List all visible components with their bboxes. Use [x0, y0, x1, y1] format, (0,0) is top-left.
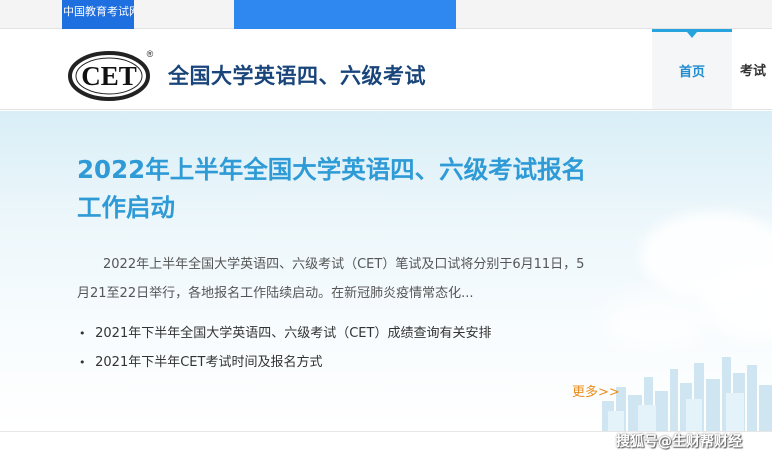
- news-item[interactable]: • 2021年下半年全国大学英语四、六级考试（CET）成绩查询有关安排: [79, 319, 491, 348]
- city-skyline-illustration: [602, 357, 772, 431]
- cloud-decoration: [600, 291, 710, 351]
- more-link[interactable]: 更多>>: [572, 381, 620, 400]
- nav-home-label: 首页: [678, 65, 705, 80]
- top-bar: 中国教育考试网: [0, 0, 772, 29]
- registered-mark: ®: [147, 49, 154, 59]
- news-list: • 2021年下半年全国大学英语四、六级考试（CET）成绩查询有关安排 • 20…: [79, 319, 491, 377]
- news-item[interactable]: • 2021年下半年CET考试时间及报名方式: [79, 348, 491, 377]
- site-link-neea[interactable]: 中国教育考试网: [62, 0, 134, 29]
- headline[interactable]: 2022年上半年全国大学英语四、六级考试报名工作启动: [77, 151, 607, 227]
- news-item-title: 2021年下半年全国大学英语四、六级考试（CET）成绩查询有关安排: [95, 326, 492, 341]
- active-caret-icon: [687, 32, 697, 38]
- nav-home[interactable]: 首页: [652, 29, 732, 109]
- logo-text: CET: [81, 61, 137, 91]
- nav-exam[interactable]: 考试: [740, 29, 772, 109]
- bullet-icon: •: [79, 327, 86, 340]
- watermark-text: 搜狐号@生财帮财经: [616, 434, 742, 450]
- site-header: CET ® 全国大学英语四、六级考试 首页 考试: [0, 29, 772, 110]
- headline-summary: 2022年上半年全国大学英语四、六级考试（CET）笔试及口试将分别于6月11日，…: [77, 257, 585, 301]
- site-title: 全国大学英语四、六级考试: [168, 64, 426, 88]
- news-item-title: 2021年下半年CET考试时间及报名方式: [95, 355, 323, 370]
- bullet-icon: •: [79, 356, 86, 369]
- main-banner: 2022年上半年全国大学英语四、六级考试报名工作启动 2022年上半年全国大学英…: [0, 111, 772, 431]
- cet-logo[interactable]: CET ®: [68, 47, 154, 101]
- top-bar-blue-block: [234, 0, 456, 29]
